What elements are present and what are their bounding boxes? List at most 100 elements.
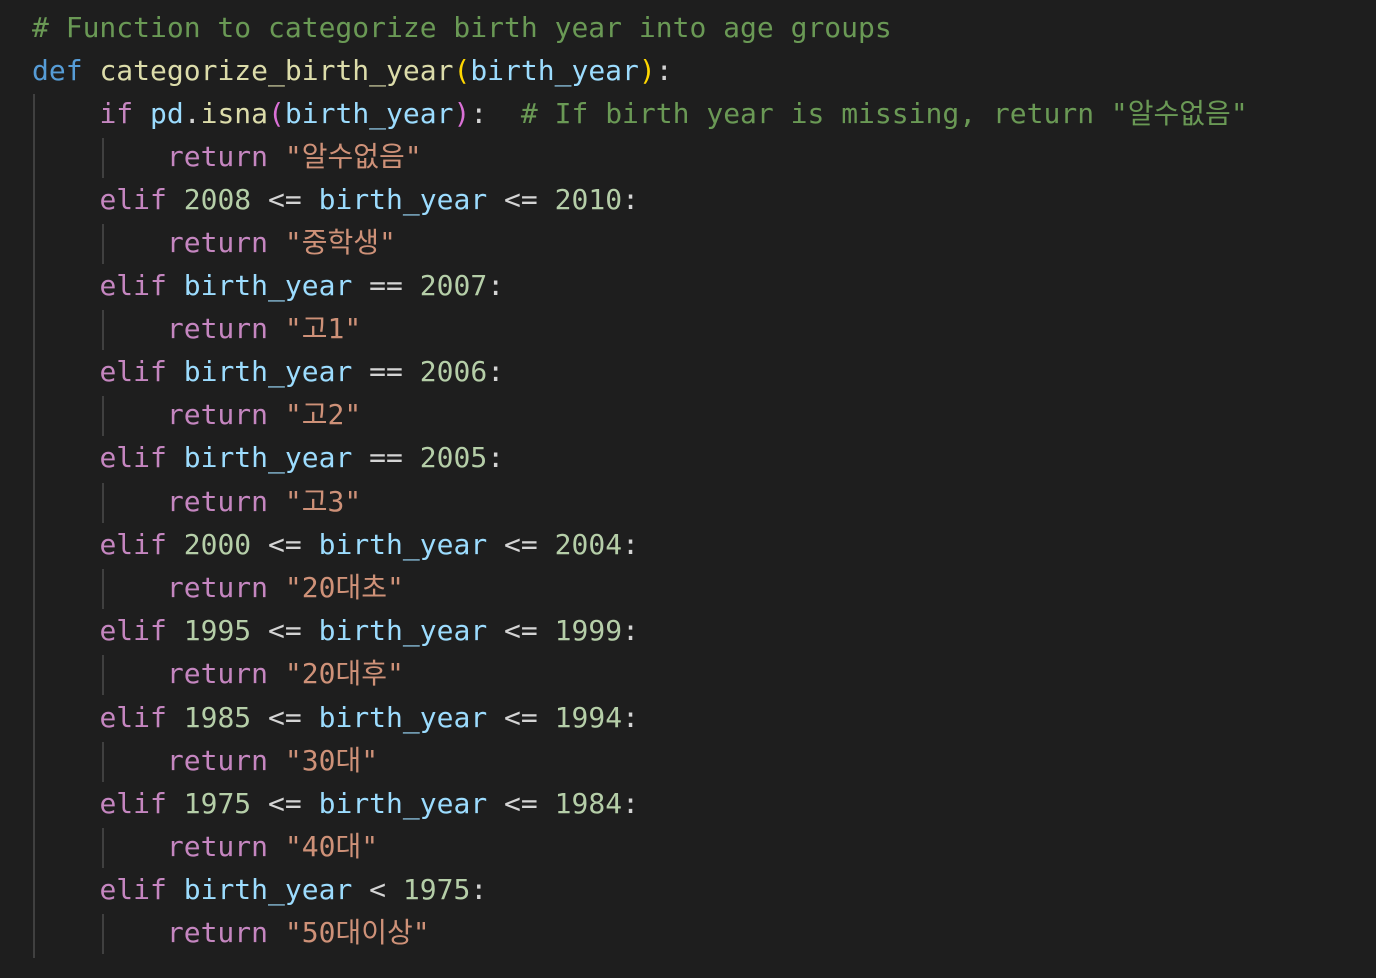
operator: == [369, 441, 403, 474]
string-literal: "고1" [284, 312, 362, 345]
operator: <= [268, 183, 302, 216]
return-keyword: return [166, 744, 269, 777]
code-line-2[interactable]: def categorize_birth_year(birth_year): [32, 51, 673, 91]
variable: birth_year [183, 441, 353, 474]
colon: : [622, 183, 639, 216]
code-line-3[interactable]: if pd.isna(birth_year): # If birth year … [32, 94, 1248, 134]
number-literal: 2000 [183, 528, 252, 561]
code-line-1[interactable]: # Function to categorize birth year into… [32, 8, 892, 48]
operator: <= [268, 528, 302, 561]
code-line-17[interactable]: elif 1985 <= birth_year <= 1994: [32, 698, 638, 738]
elif-keyword: elif [99, 614, 167, 647]
code-line-5[interactable]: elif 2008 <= birth_year <= 2010: [32, 180, 639, 220]
dot: . [183, 97, 201, 130]
colon: : [487, 355, 505, 388]
code-line-12[interactable]: return "고3" [32, 482, 361, 522]
code-line-16[interactable]: return "20대후" [32, 654, 404, 694]
code-line-18[interactable]: return "30대" [32, 741, 378, 781]
number-literal: 1999 [554, 614, 623, 647]
string-literal: "고3" [284, 485, 362, 518]
return-keyword: return [166, 226, 269, 259]
operator: == [369, 355, 403, 388]
variable: birth_year [318, 614, 488, 647]
code-line-13[interactable]: elif 2000 <= birth_year <= 2004: [32, 525, 639, 565]
code-line-19[interactable]: elif 1975 <= birth_year <= 1984: [32, 784, 639, 824]
string-literal: "20대초" [284, 571, 404, 604]
variable: birth_year [183, 355, 353, 388]
colon: : [487, 269, 505, 302]
return-keyword: return [166, 657, 269, 690]
elif-keyword: elif [99, 441, 167, 474]
elif-keyword: elif [99, 183, 167, 216]
inline-comment: # If birth year is missing, return "알수없음… [520, 97, 1248, 130]
code-line-9[interactable]: elif birth_year == 2006: [32, 352, 504, 392]
open-paren: ( [453, 54, 471, 87]
number-literal: 1994 [554, 701, 623, 734]
code-line-11[interactable]: elif birth_year == 2005: [32, 438, 504, 478]
operator: <= [504, 528, 538, 561]
variable: birth_year [318, 787, 488, 820]
return-keyword: return [166, 312, 269, 345]
code-line-6[interactable]: return "중학생" [32, 223, 396, 263]
colon: : [622, 614, 639, 647]
string-literal: "알수없음" [284, 140, 422, 173]
string-literal: "중학생" [284, 226, 396, 259]
operator: <= [504, 183, 538, 216]
number-literal: 1985 [183, 701, 252, 734]
return-keyword: return [166, 830, 269, 863]
variable: birth_year [183, 873, 353, 906]
string-literal: "40대" [284, 830, 379, 863]
operator: <= [268, 614, 302, 647]
return-keyword: return [166, 140, 269, 173]
def-keyword: def [32, 54, 83, 87]
colon: : [622, 528, 639, 561]
variable: birth_year [183, 269, 353, 302]
code-line-14[interactable]: return "20대초" [32, 568, 404, 608]
return-keyword: return [166, 571, 269, 604]
number-literal: 2007 [419, 269, 488, 302]
close-paren: ) [453, 97, 471, 130]
number-literal: 2004 [554, 528, 623, 561]
elif-keyword: elif [99, 269, 167, 302]
return-keyword: return [166, 916, 269, 949]
code-line-21[interactable]: elif birth_year < 1975: [32, 870, 487, 910]
module-name: pd [150, 97, 184, 130]
number-literal: 1975 [183, 787, 252, 820]
number-literal: 2008 [183, 183, 252, 216]
code-line-7[interactable]: elif birth_year == 2007: [32, 266, 504, 306]
operator: < [369, 873, 387, 906]
number-literal: 1984 [554, 787, 623, 820]
number-literal: 1995 [183, 614, 252, 647]
code-line-4[interactable]: return "알수없음" [32, 137, 422, 177]
elif-keyword: elif [99, 787, 167, 820]
code-editor[interactable]: # Function to categorize birth year into… [0, 0, 1376, 978]
string-literal: "50대이상" [284, 916, 430, 949]
string-literal: "고2" [284, 398, 362, 431]
code-line-20[interactable]: return "40대" [32, 827, 378, 867]
number-literal: 2010 [554, 183, 623, 216]
operator: <= [268, 701, 302, 734]
variable: birth_year [318, 183, 488, 216]
colon: : [470, 97, 488, 130]
colon: : [622, 787, 639, 820]
operator: <= [504, 701, 538, 734]
elif-keyword: elif [99, 701, 167, 734]
colon: : [470, 873, 488, 906]
code-line-10[interactable]: return "고2" [32, 395, 361, 435]
code-line-8[interactable]: return "고1" [32, 309, 361, 349]
argument: birth_year [284, 97, 454, 130]
code-line-15[interactable]: elif 1995 <= birth_year <= 1999: [32, 611, 639, 651]
operator: <= [268, 787, 302, 820]
number-literal: 1975 [402, 873, 471, 906]
elif-keyword: elif [99, 873, 167, 906]
parameter: birth_year [470, 54, 639, 87]
colon: : [655, 54, 673, 87]
variable: birth_year [318, 701, 488, 734]
return-keyword: return [166, 485, 269, 518]
elif-keyword: elif [99, 355, 167, 388]
code-line-22[interactable]: return "50대이상" [32, 913, 430, 953]
open-paren: ( [268, 97, 285, 130]
variable: birth_year [318, 528, 488, 561]
number-literal: 2006 [419, 355, 488, 388]
function-name: categorize_birth_year [99, 54, 454, 87]
